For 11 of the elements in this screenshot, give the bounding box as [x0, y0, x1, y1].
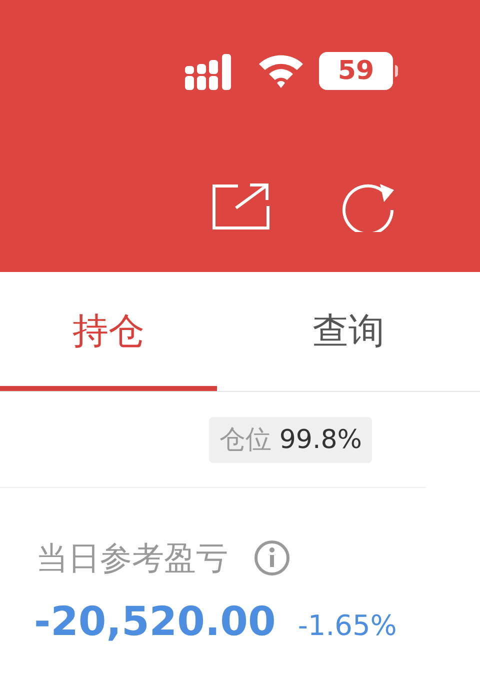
tab[interactable]: 查询	[217, 272, 480, 391]
info-icon[interactable]	[254, 540, 290, 576]
position-label: 仓位	[219, 424, 272, 456]
share-icon[interactable]	[212, 182, 270, 230]
wifi-icon	[257, 52, 305, 90]
pnl-amount: -20,520.00	[34, 598, 276, 647]
tab[interactable]: 持仓	[0, 272, 217, 391]
position-value: 99.8%	[279, 424, 362, 456]
battery-level: 59	[338, 54, 374, 88]
pnl-label: 当日参考盈亏	[36, 538, 228, 579]
pnl-percent: -1.65%	[298, 608, 397, 644]
